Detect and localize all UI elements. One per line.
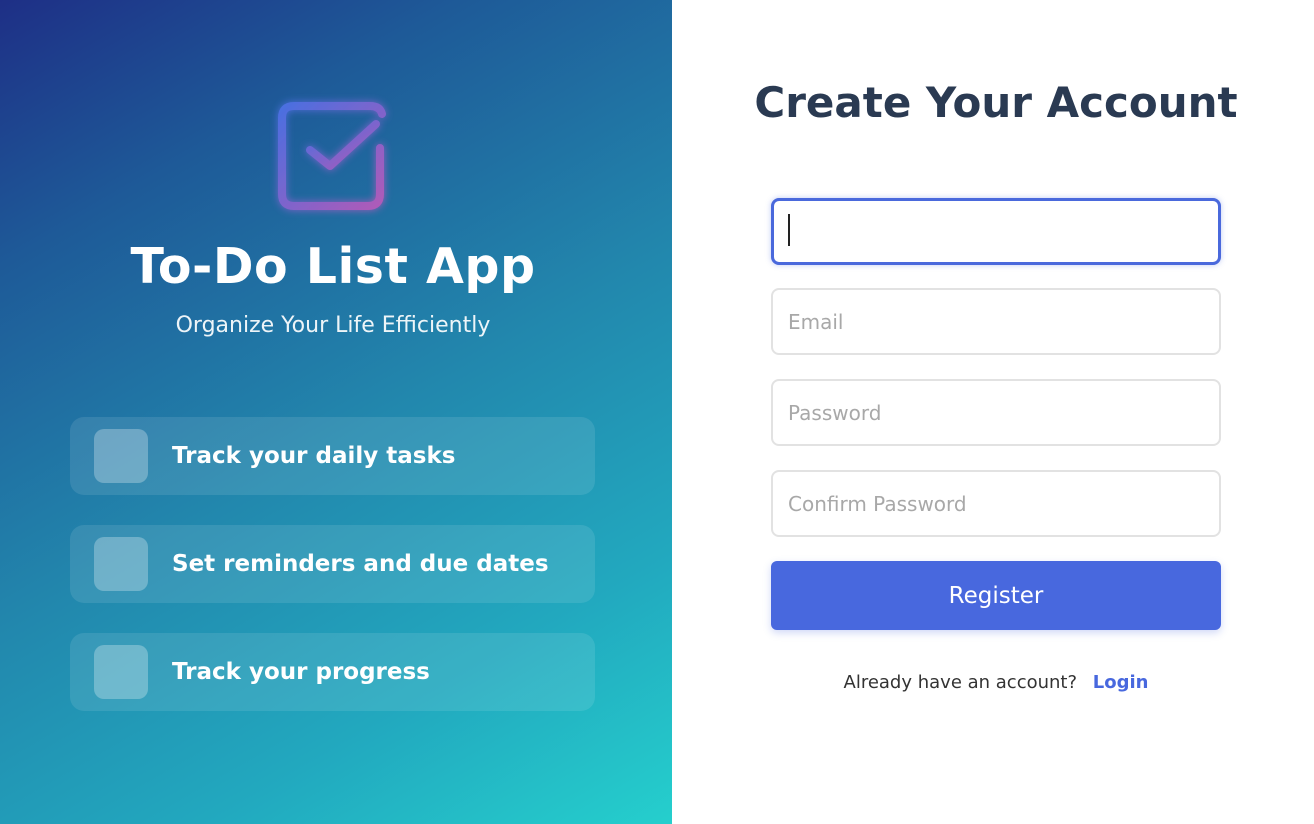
feature-item: Track your daily tasks [70, 417, 595, 495]
confirm-password-input[interactable] [771, 470, 1221, 537]
feature-label: Track your progress [172, 659, 430, 685]
register-page: To-Do List App Organize Your Life Effici… [0, 0, 1314, 824]
form-title: Create Your Account [754, 78, 1238, 127]
feature-label: Set reminders and due dates [172, 551, 549, 577]
login-prompt-row: Already have an account? Login [672, 672, 1314, 693]
feature-item: Set reminders and due dates [70, 525, 595, 603]
checkbox-check-icon [278, 102, 388, 212]
feature-icon-placeholder [94, 537, 148, 591]
app-subtitle: Organize Your Life Efficiently [175, 313, 491, 338]
password-input[interactable] [771, 379, 1221, 446]
email-input[interactable] [771, 288, 1221, 355]
login-prompt-text: Already have an account? [843, 672, 1078, 693]
brand-panel: To-Do List App Organize Your Life Effici… [0, 0, 672, 824]
login-link[interactable]: Login [1093, 672, 1149, 693]
register-form-panel: Create Your Account Register Already hav… [672, 0, 1314, 824]
feature-icon-placeholder [94, 645, 148, 699]
register-button[interactable]: Register [771, 561, 1221, 630]
text-caret [788, 214, 790, 246]
name-input[interactable] [771, 198, 1221, 265]
feature-item: Track your progress [70, 633, 595, 711]
feature-label: Track your daily tasks [172, 443, 456, 469]
feature-icon-placeholder [94, 429, 148, 483]
app-title: To-Do List App [130, 238, 536, 295]
